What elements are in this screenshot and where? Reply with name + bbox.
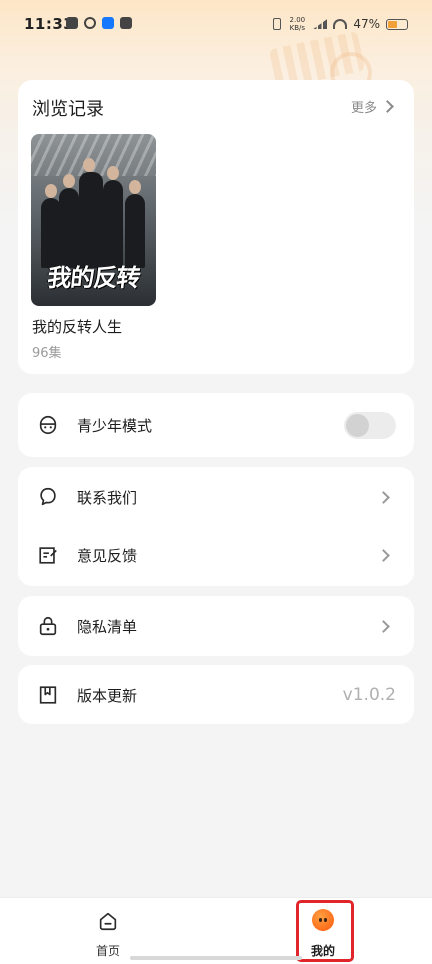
history-title: 浏览记录 — [32, 99, 104, 120]
support-card: 联系我们 意见反馈 — [18, 467, 414, 586]
battery-icon — [386, 18, 408, 30]
toggle-knob — [346, 413, 369, 437]
youth-mode-toggle[interactable] — [344, 411, 396, 439]
chat-bubble-icon — [40, 487, 56, 506]
feedback-label: 意见反馈 — [77, 546, 138, 565]
history-more-button[interactable]: 更多 — [350, 97, 394, 116]
face-mask-icon — [39, 415, 57, 435]
youth-mode-card: 青少年模式 — [18, 393, 414, 457]
network-speed: 2.00 KB/s — [289, 16, 306, 32]
wifi-icon — [333, 19, 348, 29]
version-card: 版本更新 v1.0.2 — [18, 665, 414, 724]
chevron-right-icon — [377, 548, 390, 562]
version-update-label: 版本更新 — [77, 686, 138, 705]
poster-title-art: 我的反转人生 — [46, 263, 142, 292]
feedback-row[interactable]: 意见反馈 — [18, 525, 414, 585]
sync-notification-icon — [84, 17, 96, 29]
drama-poster[interactable]: 我的反转人生 — [31, 134, 156, 306]
privacy-card: 隐私清单 — [18, 596, 414, 656]
contact-us-label: 联系我们 — [77, 488, 138, 507]
notification-icons — [66, 17, 132, 29]
battery-percent: 47% — [353, 17, 380, 31]
privacy-list-label: 隐私清单 — [77, 617, 138, 636]
youth-mode-row: 青少年模式 — [18, 395, 414, 455]
drama-title[interactable]: 我的反转人生 — [32, 316, 122, 337]
edit-note-icon — [39, 547, 57, 564]
poster-figure — [79, 158, 103, 268]
chevron-right-icon — [381, 100, 394, 113]
home-indicator — [130, 956, 302, 960]
poster-ceiling — [31, 134, 156, 176]
nav-home-tab[interactable]: 首页 — [73, 906, 143, 962]
home-icon — [99, 912, 117, 931]
nav-mine-tab[interactable]: 我的 — [288, 906, 358, 962]
chevron-right-icon — [377, 619, 390, 633]
vibrate-icon — [273, 18, 282, 30]
system-indicators: 2.00 KB/s 47% — [273, 16, 408, 32]
lock-icon — [39, 616, 57, 636]
message-notification-icon — [120, 17, 132, 29]
status-bar: 11:33 2.00 KB/s 47% — [0, 0, 432, 50]
version-update-row[interactable]: 版本更新 v1.0.2 — [18, 665, 414, 725]
version-number: v1.0.2 — [342, 685, 396, 705]
browsing-history-card: 浏览记录 更多 我的反转人生 我的反转人生 96集 — [18, 80, 414, 374]
privacy-list-row[interactable]: 隐私清单 — [18, 596, 414, 656]
more-label: 更多 — [350, 101, 377, 116]
contact-us-row[interactable]: 联系我们 — [18, 467, 414, 527]
alipay-notification-icon — [102, 17, 114, 29]
bottom-navigation: 首页 我的 — [0, 897, 432, 964]
poster-figure — [103, 166, 123, 268]
mine-avatar-icon — [312, 909, 334, 931]
app-notification-icon — [66, 17, 78, 29]
bookmark-book-icon — [39, 686, 57, 704]
chevron-right-icon — [377, 490, 390, 504]
drama-episode-count: 96集 — [32, 346, 62, 361]
signal-icon — [313, 19, 328, 29]
youth-mode-label: 青少年模式 — [77, 416, 153, 435]
